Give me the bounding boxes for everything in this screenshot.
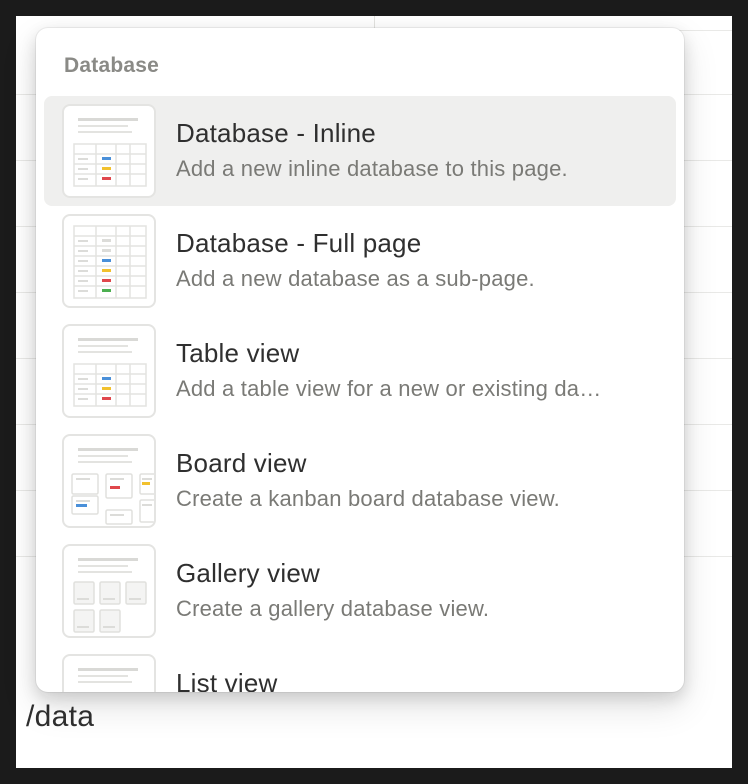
table-grid-line	[672, 30, 732, 31]
table-grid-line	[16, 490, 36, 491]
table-grid-line	[16, 556, 36, 557]
menu-item-title: Table view	[176, 338, 300, 368]
table-grid-line	[16, 358, 36, 359]
menu-item-table-view[interactable]: Table view Add a table view for a new or…	[44, 316, 676, 426]
table-grid-line	[16, 94, 36, 95]
menu-item-description: Create a gallery database view.	[176, 596, 490, 621]
menu-item-title: Database - Inline	[176, 118, 376, 148]
inline-database-icon	[62, 104, 156, 198]
menu-item-description: Add a new inline database to this page.	[176, 156, 568, 181]
menu-item-description: Add a table view for a new or existing d…	[176, 376, 602, 401]
menu-item-title: Gallery view	[176, 558, 320, 588]
menu-item-gallery-view[interactable]: Gallery view Create a gallery database v…	[44, 536, 676, 646]
menu-item-database-full-page[interactable]: Database - Full page Add a new database …	[44, 206, 676, 316]
menu-item-board-view[interactable]: Board view Create a kanban board databas…	[44, 426, 676, 536]
menu-section-title: Database	[64, 54, 159, 77]
full-page-database-icon	[62, 214, 156, 308]
table-grid-line	[16, 226, 36, 227]
gallery-view-icon	[62, 544, 156, 638]
menu-item-database-inline[interactable]: Database - Inline Add a new inline datab…	[44, 96, 676, 206]
table-grid-line	[16, 160, 36, 161]
list-view-icon	[62, 654, 156, 692]
menu-item-title: Database - Full page	[176, 228, 422, 258]
menu-item-title: List view	[176, 668, 278, 692]
table-grid-line	[16, 424, 36, 425]
table-view-icon	[62, 324, 156, 418]
menu-item-title: Board view	[176, 448, 307, 478]
board-view-icon	[62, 434, 156, 528]
menu-item-list-view[interactable]: List view	[44, 646, 676, 692]
table-grid-line	[16, 292, 36, 293]
menu-item-description: Add a new database as a sub-page.	[176, 266, 535, 291]
menu-item-description: Create a kanban board database view.	[176, 486, 560, 511]
slash-command-menu: Database Database - Inline Add a new inl…	[36, 28, 684, 692]
slash-command-text[interactable]: /data	[26, 700, 94, 734]
